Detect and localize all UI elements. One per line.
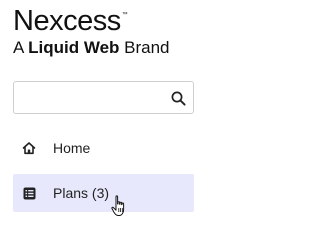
brand-name: Nexcess [13, 5, 121, 37]
trademark-symbol: ™ [121, 12, 128, 18]
nav-label-plans: Plans (3) [53, 185, 110, 201]
list-icon [21, 185, 37, 201]
tagline-suffix: Brand [119, 38, 170, 57]
brand-name-row: Nexcess™ [13, 6, 203, 36]
home-icon [21, 140, 37, 156]
nav-item-plans[interactable]: Plans (3) [13, 174, 194, 212]
search-box [13, 81, 194, 114]
nav-label-home: Home [53, 140, 91, 156]
search-icon[interactable] [169, 89, 187, 107]
tagline-prefix: A [13, 38, 29, 57]
tagline-bold: Liquid Web [28, 38, 120, 57]
nav-item-home[interactable]: Home [13, 129, 194, 167]
brand-tagline: A Liquid Web Brand [13, 38, 203, 58]
search-input[interactable] [14, 82, 164, 113]
brand-logo[interactable]: Nexcess™ A Liquid Web Brand [13, 6, 203, 58]
